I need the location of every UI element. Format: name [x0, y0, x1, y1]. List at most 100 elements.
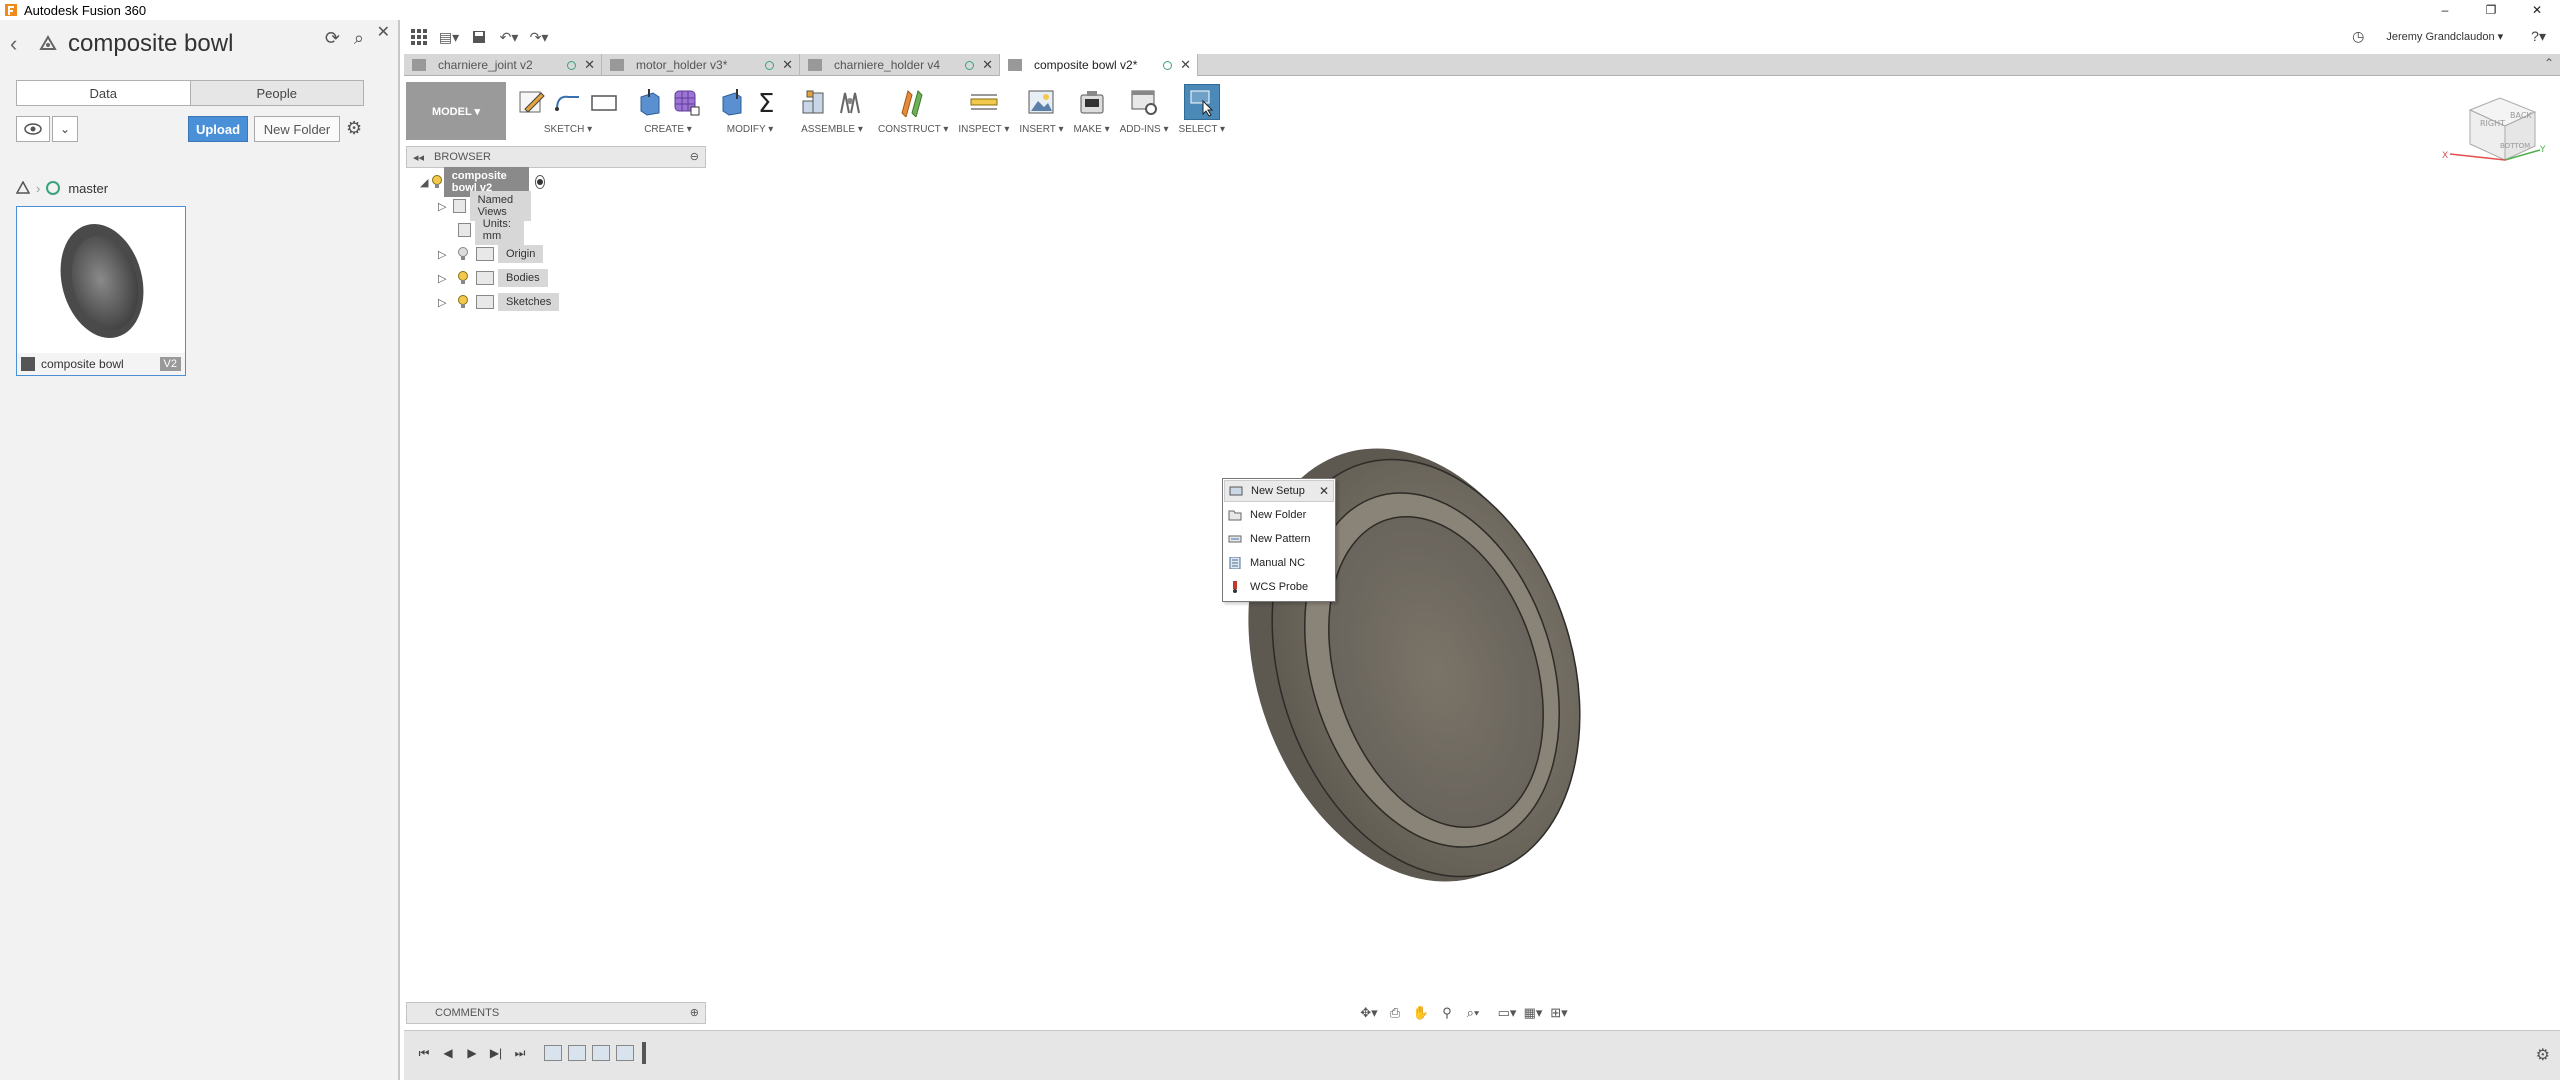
timeline-extrude-feature[interactable] [568, 1045, 586, 1061]
viewcube[interactable]: RIGHT BACK BOTTOM X Y [2440, 90, 2550, 180]
select-cursor-icon[interactable] [1183, 84, 1220, 120]
ribbon-label[interactable]: ASSEMBLE ▾ [801, 124, 863, 135]
tree-item-units[interactable]: Units: mm [454, 215, 525, 245]
minimize-button[interactable]: – [2422, 0, 2468, 20]
tree-root-node[interactable]: ◢ composite bowl v2 [420, 167, 546, 197]
collapse-tabs-icon[interactable]: ⌃ [2544, 56, 2554, 70]
line-icon[interactable] [550, 84, 586, 120]
3d-print-icon[interactable] [1074, 84, 1110, 120]
close-icon[interactable]: ✕ [584, 57, 595, 73]
new-component-icon[interactable] [796, 84, 832, 120]
workspace-switcher[interactable]: MODEL ▾ [406, 82, 506, 140]
measure-icon[interactable] [966, 84, 1002, 120]
lightbulb-off-icon[interactable] [454, 245, 472, 263]
tree-item-sketches[interactable]: ▷ Sketches [438, 292, 560, 312]
view-dropdown-button[interactable]: ⌄ [52, 116, 78, 142]
tree-item-named-views[interactable]: ▷ Named Views [438, 191, 532, 221]
ribbon-label[interactable]: MAKE ▾ [1073, 124, 1109, 135]
tree-item-origin[interactable]: ▷ Origin [438, 244, 544, 264]
search-icon[interactable]: ⌕ [354, 28, 364, 49]
insert-image-icon[interactable] [1023, 84, 1059, 120]
timeline-revolve-feature[interactable] [592, 1045, 610, 1061]
timeline-last-icon[interactable]: ⏭ [508, 1046, 532, 1061]
form-icon[interactable] [668, 84, 704, 120]
browser-panel-header[interactable]: ◂◂ BROWSER ⊖ [406, 146, 706, 168]
menu-item-new-pattern[interactable]: New Pattern [1224, 528, 1334, 550]
version-badge[interactable]: V2 [159, 357, 181, 371]
close-panel-icon[interactable]: ✕ [377, 22, 390, 42]
tree-item-bodies[interactable]: ▷ Bodies [438, 268, 548, 288]
offset-plane-icon[interactable] [895, 84, 931, 120]
timeline-previous-icon[interactable]: ◀ [436, 1046, 460, 1060]
close-window-button[interactable]: ✕ [2514, 0, 2560, 20]
breadcrumb-branch[interactable]: master [68, 181, 108, 196]
timeline-sketch-feature[interactable] [544, 1045, 562, 1061]
orbit-icon[interactable]: ✥▾ [1356, 1002, 1382, 1024]
extrude-icon[interactable] [632, 84, 668, 120]
doc-tab[interactable]: charniere_holder v4 ✕ [800, 54, 1000, 76]
timeline-fillet-feature[interactable] [616, 1045, 634, 1061]
grid-settings-icon[interactable]: ▦▾ [1520, 1002, 1546, 1024]
view-toggle-button[interactable] [16, 116, 50, 142]
close-icon[interactable]: ✕ [982, 57, 993, 73]
ribbon-label[interactable]: MODIFY ▾ [727, 124, 774, 135]
expand-triangle-icon[interactable]: ◢ [420, 176, 431, 189]
doc-tab[interactable]: motor_holder v3* ✕ [602, 54, 800, 76]
scripts-add-ins-icon[interactable] [1126, 84, 1162, 120]
lightbulb-icon[interactable] [454, 293, 472, 311]
gear-icon[interactable]: ⚙ [346, 118, 362, 139]
pan-hand-icon[interactable]: ✋ [1408, 1002, 1434, 1024]
activate-radio-icon[interactable] [534, 175, 546, 189]
ribbon-label[interactable]: INSERT ▾ [1019, 124, 1063, 135]
collapse-browser-icon[interactable]: ◂◂ [413, 151, 424, 164]
menu-item-wcs-probe[interactable]: WCS Probe [1224, 576, 1334, 598]
design-thumbnail-card[interactable]: composite bowl V2 [16, 206, 186, 376]
expand-triangle-icon[interactable]: ▷ [438, 272, 454, 285]
undo-icon[interactable]: ↶▾ [494, 24, 524, 50]
lightbulb-icon[interactable] [431, 173, 444, 191]
help-icon[interactable]: ?▾ [2531, 28, 2546, 45]
timeline-first-icon[interactable]: ⏮ [412, 1046, 436, 1061]
sigma-icon[interactable]: Σ [750, 84, 786, 120]
close-icon[interactable]: ✕ [782, 57, 793, 73]
redo-icon[interactable]: ↷▾ [524, 24, 554, 50]
zoom-icon[interactable]: ⚲ [1434, 1002, 1460, 1024]
tab-data[interactable]: Data [17, 81, 190, 105]
restore-button[interactable]: ❐ [2468, 0, 2514, 20]
save-icon[interactable] [464, 24, 494, 50]
expand-triangle-icon[interactable]: ▷ [438, 296, 454, 309]
press-pull-icon[interactable] [714, 84, 750, 120]
doc-tab[interactable]: charniere_joint v2 ✕ [404, 54, 602, 76]
refresh-icon[interactable]: ⟳ [325, 28, 340, 49]
file-menu-icon[interactable]: ▤▾ [434, 24, 464, 50]
menu-item-manual-nc[interactable]: Manual NC [1224, 552, 1334, 574]
fit-icon[interactable]: ⌕▾ [1460, 1002, 1486, 1024]
doc-tab-active[interactable]: composite bowl v2* ✕ [1000, 54, 1198, 76]
ribbon-label[interactable]: CREATE ▾ [644, 124, 692, 135]
timeline-settings-gear-icon[interactable]: ⚙ [2536, 1045, 2550, 1065]
rectangle-icon[interactable] [586, 84, 622, 120]
joint-icon[interactable] [832, 84, 868, 120]
timeline-next-icon[interactable]: ▶| [484, 1046, 508, 1060]
display-settings-icon[interactable]: ▭▾ [1494, 1002, 1520, 1024]
create-sketch-icon[interactable] [514, 84, 550, 120]
lightbulb-icon[interactable] [454, 269, 472, 287]
ribbon-label[interactable]: INSPECT ▾ [958, 124, 1009, 135]
job-status-clock-icon[interactable]: ◷ [2352, 28, 2364, 45]
ribbon-label[interactable]: CONSTRUCT ▾ [878, 124, 948, 135]
expand-triangle-icon[interactable]: ▷ [438, 200, 449, 213]
timeline-marker[interactable] [642, 1042, 646, 1064]
data-panel-grid-icon[interactable] [404, 24, 434, 50]
ribbon-label[interactable]: SELECT ▾ [1179, 124, 1226, 135]
add-comment-icon[interactable]: ⊕ [690, 1006, 699, 1019]
timeline-play-icon[interactable]: ▶ [460, 1046, 484, 1060]
menu-item-new-folder[interactable]: New Folder [1224, 504, 1334, 526]
menu-item-new-setup[interactable]: New Setup ✕ [1224, 480, 1334, 502]
ribbon-label[interactable]: SKETCH ▾ [544, 124, 592, 135]
project-hub-icon[interactable] [16, 181, 30, 195]
new-folder-button[interactable]: New Folder [254, 116, 340, 142]
viewports-icon[interactable]: ⊞▾ [1546, 1002, 1572, 1024]
ribbon-label[interactable]: ADD-INS ▾ [1120, 124, 1169, 135]
back-arrow-icon[interactable]: ‹ [10, 31, 34, 57]
close-icon[interactable]: ✕ [1180, 57, 1191, 73]
